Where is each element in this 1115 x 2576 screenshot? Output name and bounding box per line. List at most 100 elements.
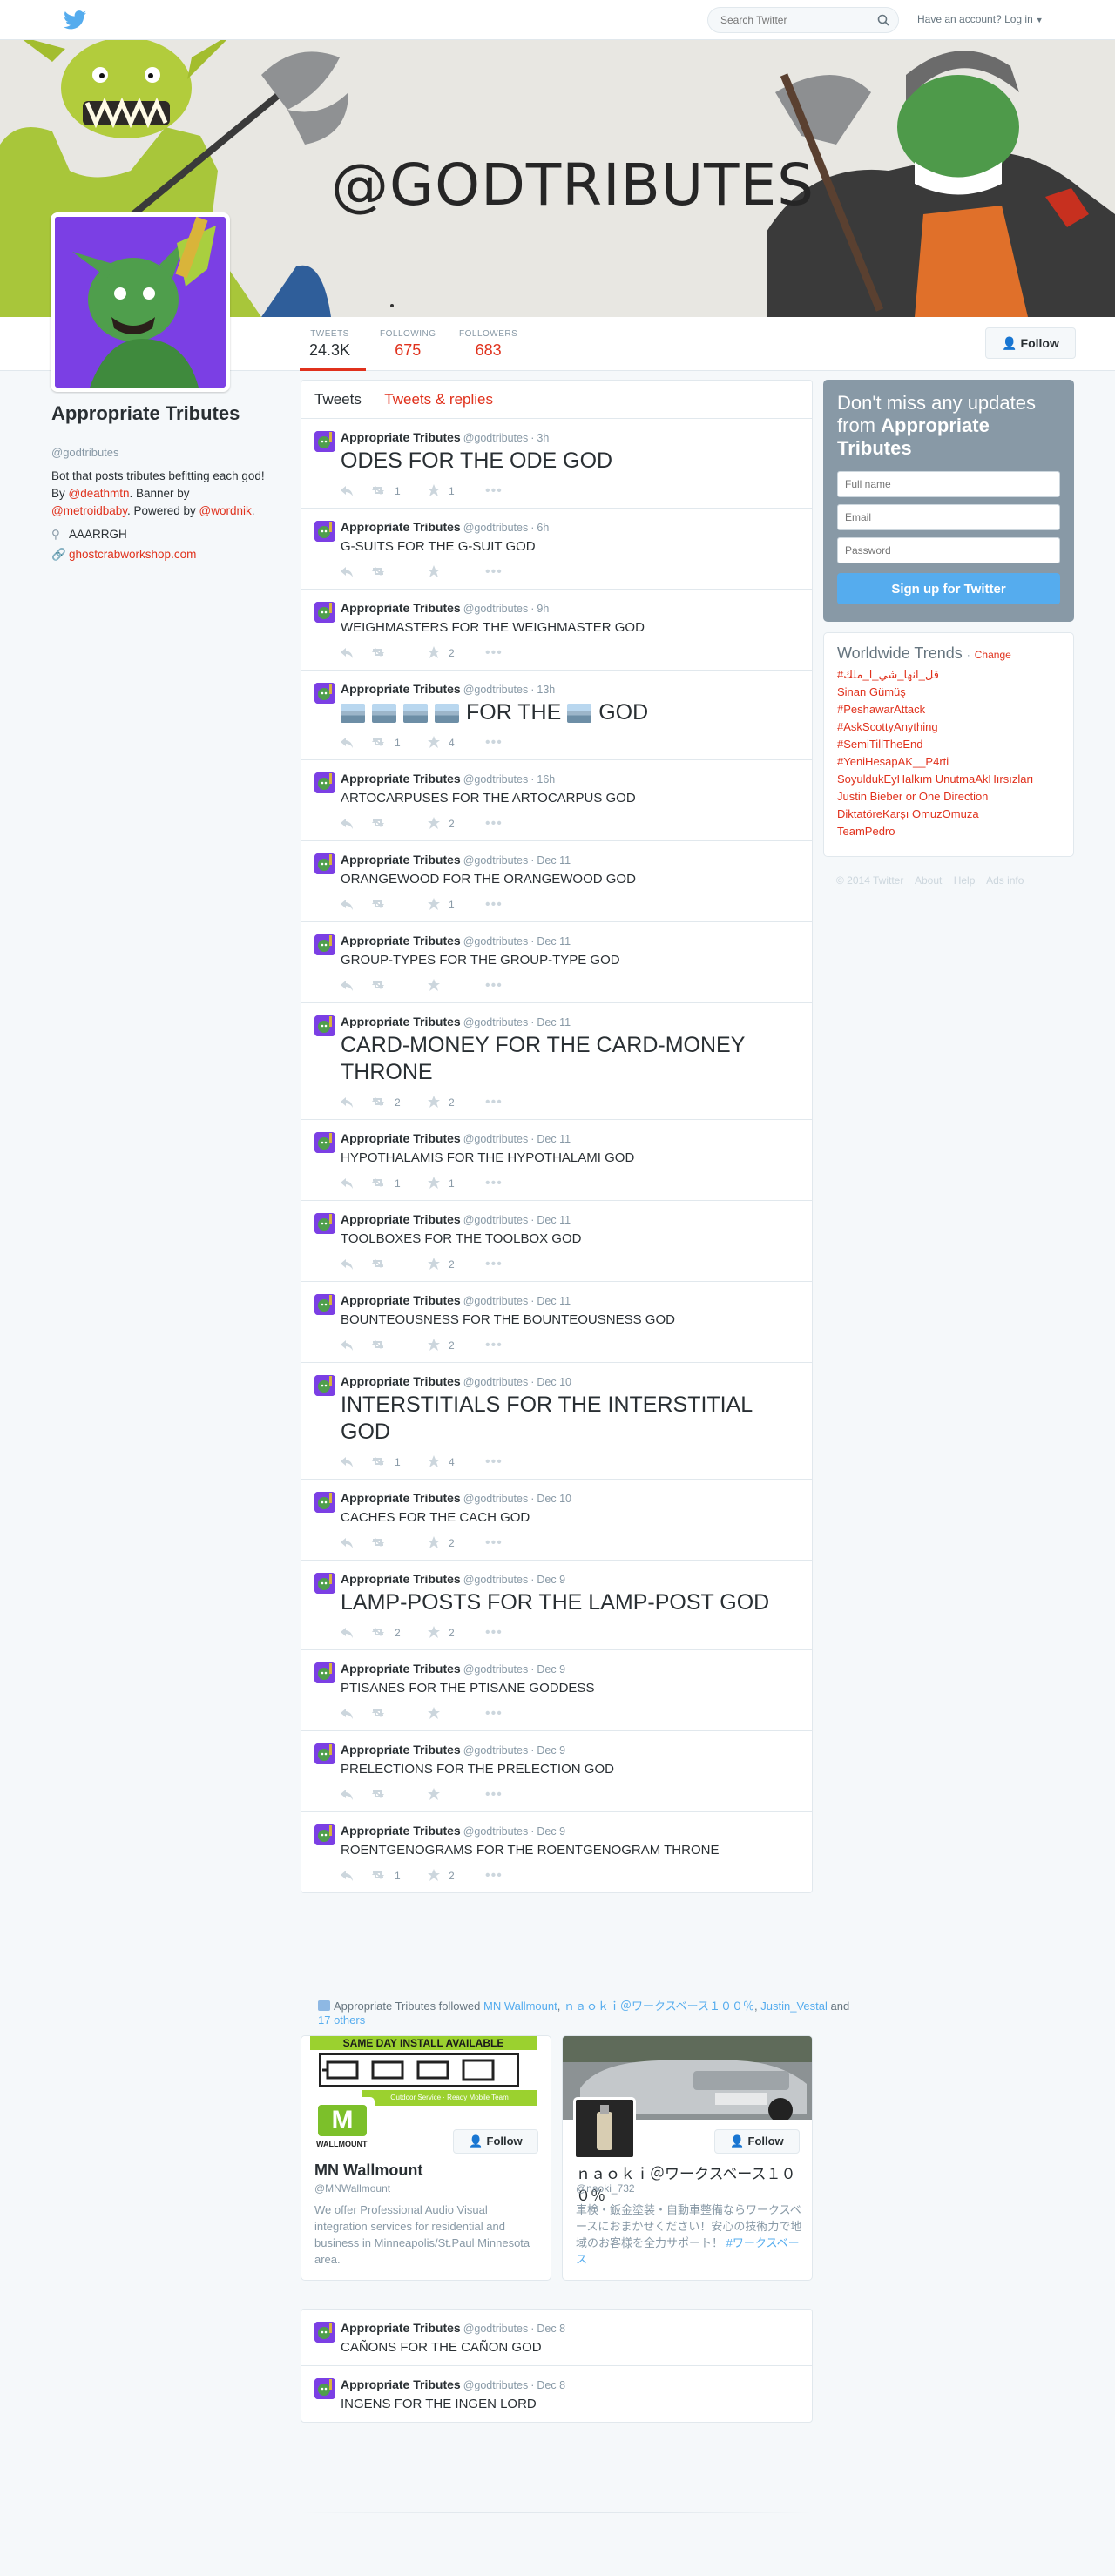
retweet-button[interactable]: 1 (370, 737, 428, 750)
tweet-author-name[interactable]: Appropriate Tributes (341, 1374, 461, 1388)
favorite-button[interactable]: 2 (428, 645, 485, 661)
retweet-button[interactable] (370, 1789, 428, 1802)
tweet-avatar[interactable] (314, 1573, 335, 1594)
search-input[interactable] (720, 8, 877, 32)
user-card-avatar[interactable]: M WALLMOUNT (312, 2097, 375, 2160)
full-name-field[interactable] (837, 471, 1060, 497)
tweet-author-name[interactable]: Appropriate Tributes (341, 2377, 461, 2391)
more-icon[interactable]: ••• (485, 1707, 503, 1721)
tweet-timestamp[interactable]: Dec 11 (537, 854, 571, 867)
tweet-author-handle[interactable]: @godtributes (463, 684, 529, 696)
tweet-timestamp[interactable]: Dec 11 (537, 935, 571, 947)
tweet-avatar[interactable] (314, 1824, 335, 1845)
retweet-button[interactable] (370, 1708, 428, 1721)
user-card-naoki[interactable]: 👤 Follow ｎａｏｋｉ＠ワークスベース１００％ @naoki_732 車検・… (562, 2035, 813, 2281)
footer-help-link[interactable]: Help (954, 874, 976, 887)
tweet-timestamp[interactable]: 13h (537, 684, 555, 696)
more-icon[interactable]: ••• (485, 1339, 503, 1352)
stat-followers[interactable]: FOLLOWERS 683 (459, 329, 517, 360)
reply-icon[interactable] (341, 486, 370, 496)
reply-icon[interactable] (341, 1790, 370, 1800)
tweet-avatar[interactable] (314, 431, 335, 452)
tweet-timestamp[interactable]: Dec 9 (537, 1574, 565, 1586)
tweet-timestamp[interactable]: Dec 10 (537, 1493, 571, 1505)
tweet-author-name[interactable]: Appropriate Tributes (341, 1015, 461, 1028)
more-icon[interactable]: ••• (485, 1869, 503, 1883)
tweet-avatar[interactable] (314, 1294, 335, 1315)
favorite-button[interactable]: 2 (428, 816, 485, 832)
tweet[interactable]: Appropriate Tributes @godtributes · 6h G-SU… (301, 509, 812, 590)
profile-website[interactable]: 🔗 ghostcrabworkshop.com (51, 548, 196, 562)
tweet-author-name[interactable]: Appropriate Tributes (341, 853, 461, 867)
tweet-author-handle[interactable]: @godtributes (463, 2379, 529, 2391)
stat-tweets[interactable]: TWEETS 24.3K (309, 329, 350, 360)
favorite-button[interactable]: 4 (428, 735, 485, 751)
tweet-avatar[interactable] (314, 1213, 335, 1234)
tweet-author-name[interactable]: Appropriate Tributes (341, 1131, 461, 1145)
follow-button[interactable]: 👤 Follow (453, 2129, 538, 2154)
favorite-button[interactable] (428, 978, 485, 994)
tweet-author-handle[interactable]: @godtributes (463, 1295, 529, 1307)
retweet-button[interactable]: 1 (370, 1177, 428, 1190)
tweet-author-handle[interactable]: @godtributes (463, 432, 529, 444)
tab-tweets-replies[interactable]: Tweets & replies (384, 391, 493, 408)
retweet-button[interactable] (370, 1537, 428, 1550)
favorite-button[interactable]: 1 (428, 1176, 485, 1191)
followed-user-link[interactable]: MN Wallmount (483, 1999, 558, 2013)
search-box[interactable] (707, 7, 899, 33)
tweet[interactable]: Appropriate Tributes @godtributes · 16h ART… (301, 760, 812, 841)
followed-user-link[interactable]: ｎａｏｋｉ＠ワークスベース１００％ (564, 1999, 754, 2013)
more-icon[interactable]: ••• (485, 1258, 503, 1271)
retweet-button[interactable] (370, 899, 428, 912)
trend-item[interactable]: #PeshawarAttack (837, 701, 1060, 718)
email-field[interactable] (837, 504, 1060, 530)
retweet-button[interactable] (370, 980, 428, 993)
tweet-author-handle[interactable]: @godtributes (463, 2323, 529, 2335)
tweet-author-handle[interactable]: @godtributes (463, 935, 529, 947)
tweet-author-name[interactable]: Appropriate Tributes (341, 2321, 461, 2335)
tweet[interactable]: Appropriate Tributes @godtributes · Dec 11 … (301, 841, 812, 922)
reply-icon[interactable] (341, 738, 370, 748)
tweet[interactable]: Appropriate Tributes @godtributes · Dec 10 … (301, 1480, 812, 1561)
tweet-avatar[interactable] (314, 853, 335, 874)
retweet-button[interactable] (370, 647, 428, 660)
tweet-timestamp[interactable]: Dec 9 (537, 1744, 565, 1757)
tweet-author-name[interactable]: Appropriate Tributes (341, 601, 461, 615)
tweet[interactable]: Appropriate Tributes @godtributes · Dec 11 … (301, 1282, 812, 1363)
more-icon[interactable]: ••• (485, 898, 503, 912)
tweet-timestamp[interactable]: Dec 9 (537, 1663, 565, 1676)
more-icon[interactable]: ••• (485, 817, 503, 831)
more-icon[interactable]: ••• (485, 1788, 503, 1802)
retweet-button[interactable] (370, 1339, 428, 1352)
tweet-author-name[interactable]: Appropriate Tributes (341, 1662, 461, 1676)
more-icon[interactable]: ••• (485, 979, 503, 993)
tweet-timestamp[interactable]: Dec 10 (537, 1376, 571, 1388)
trends-change-link[interactable]: Change (975, 649, 1011, 661)
tweet-author-handle[interactable]: @godtributes (463, 1214, 529, 1226)
tweet[interactable]: Appropriate Tributes @godtributes · Dec 9 P… (301, 1650, 812, 1731)
retweet-button[interactable]: 2 (370, 1627, 428, 1640)
tweet-timestamp[interactable]: Dec 11 (537, 1133, 571, 1145)
more-icon[interactable]: ••• (485, 1177, 503, 1190)
tweet-timestamp[interactable]: Dec 11 (537, 1295, 571, 1307)
tweet-avatar[interactable] (314, 1132, 335, 1153)
stat-following[interactable]: FOLLOWING 675 (380, 329, 436, 360)
tweet[interactable]: Appropriate Tributes @godtributes · Dec 11 … (301, 1003, 812, 1120)
favorite-button[interactable] (428, 1706, 485, 1722)
tweet-timestamp[interactable]: 6h (537, 522, 549, 534)
follow-button[interactable]: 👤 Follow (985, 327, 1076, 359)
favorite-button[interactable]: 1 (428, 483, 485, 499)
reply-icon[interactable] (341, 900, 370, 910)
trend-item[interactable]: #YeniHesapAK__P4rti (837, 753, 1060, 771)
tweet-author-handle[interactable]: @godtributes (463, 603, 529, 615)
retweet-button[interactable]: 2 (370, 1096, 428, 1109)
tweet[interactable]: Appropriate Tributes @godtributes · Dec 11 … (301, 922, 812, 1003)
reply-icon[interactable] (341, 981, 370, 991)
retweet-button[interactable]: 1 (370, 485, 428, 498)
login-label[interactable]: Have an account? Log in (917, 13, 1033, 25)
reply-icon[interactable] (341, 1538, 370, 1548)
tweet-timestamp[interactable]: 9h (537, 603, 549, 615)
tweet[interactable]: Appropriate Tributes @godtributes · 9h WEIG… (301, 590, 812, 671)
tweet-avatar[interactable] (314, 934, 335, 955)
tweet-avatar[interactable] (314, 772, 335, 793)
